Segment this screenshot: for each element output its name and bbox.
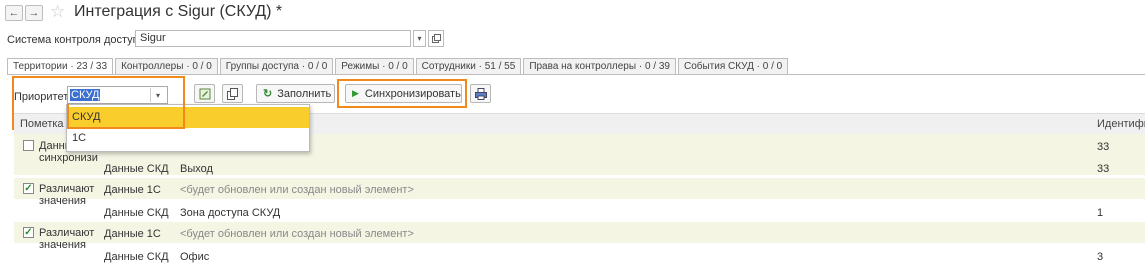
tab-employees[interactable]: Сотрудники · 51 / 55: [415, 58, 522, 74]
edit-button[interactable]: [194, 84, 215, 103]
tab-access-groups[interactable]: Группы доступа · 0 / 0: [219, 58, 334, 74]
row-mark-text: Различают: [39, 227, 95, 239]
window-title: Интеграция с Sigur (СКУД) *: [74, 3, 283, 20]
row-source: Данные СКД: [104, 163, 169, 175]
row-checkbox[interactable]: [23, 140, 34, 151]
row-id: 3: [1097, 251, 1104, 263]
tab-controller-rights[interactable]: Права на контроллеры · 0 / 39: [523, 58, 676, 74]
row-mark-text: Различают: [39, 183, 95, 195]
tab-divider: [7, 74, 1145, 75]
tab-territories[interactable]: Территории · 23 / 33: [7, 58, 114, 75]
column-header-id[interactable]: Идентифик: [1097, 118, 1145, 130]
row-id: 33: [1097, 163, 1110, 175]
dropdown-option-highlight: [67, 104, 185, 129]
row-source: Данные СКД: [104, 251, 169, 263]
chevron-down-icon: ▾: [417, 34, 422, 43]
system-dropdown-button[interactable]: ▾: [413, 30, 426, 47]
row-mark-text-2: синхронизи: [39, 152, 98, 164]
copy-button[interactable]: [222, 84, 243, 103]
row-source: Данные 1С: [104, 228, 161, 240]
forward-button[interactable]: →: [25, 5, 43, 21]
tab-modes[interactable]: Режимы · 0 / 0: [335, 58, 414, 74]
row-source: Данные 1С: [104, 184, 161, 196]
row-value: Зона доступа СКУД: [180, 207, 281, 219]
forward-arrow-icon: →: [28, 7, 40, 19]
fill-button[interactable]: ↻ Заполнить: [256, 84, 335, 103]
column-header-mark[interactable]: Пометка: [20, 118, 64, 130]
row-checkbox[interactable]: ✓: [23, 183, 34, 194]
tab-controllers[interactable]: Контроллеры · 0 / 0: [115, 58, 218, 74]
row-id: 33: [1097, 141, 1110, 153]
tab-access-events[interactable]: События СКУД · 0 / 0: [677, 58, 789, 74]
print-icon: [474, 87, 487, 100]
back-button[interactable]: ←: [5, 5, 23, 21]
favorite-star-icon[interactable]: ☆: [50, 2, 65, 22]
row-mark-text-2: значения: [39, 239, 87, 251]
row-source: Данные СКД: [104, 207, 169, 219]
row-checkbox[interactable]: ✓: [23, 227, 34, 238]
tab-bar: Территории · 23 / 33 Контроллеры · 0 / 0…: [7, 58, 790, 75]
system-open-button[interactable]: [428, 30, 444, 47]
print-button[interactable]: [470, 84, 491, 103]
edit-icon: [199, 88, 210, 99]
dropdown-option-1c[interactable]: 1С: [67, 128, 309, 149]
open-icon: [431, 34, 441, 43]
copy-icon: [226, 87, 238, 100]
fill-button-label: Заполнить: [277, 87, 332, 100]
row-value: <будет обновлен или создан новый элемент…: [180, 228, 414, 240]
row-value: Выход: [180, 163, 213, 175]
sync-highlight: [337, 79, 467, 108]
system-label: Система контроля доступа:: [7, 34, 148, 46]
refresh-icon: ↻: [263, 88, 273, 100]
back-arrow-icon: ←: [8, 7, 20, 19]
system-input[interactable]: Sigur: [135, 30, 411, 47]
row-value: Офис: [180, 251, 210, 263]
row-value: <будет обновлен или создан новый элемент…: [180, 184, 414, 196]
row-id: 1: [1097, 207, 1104, 219]
row-mark-text-2: значения: [39, 195, 87, 207]
